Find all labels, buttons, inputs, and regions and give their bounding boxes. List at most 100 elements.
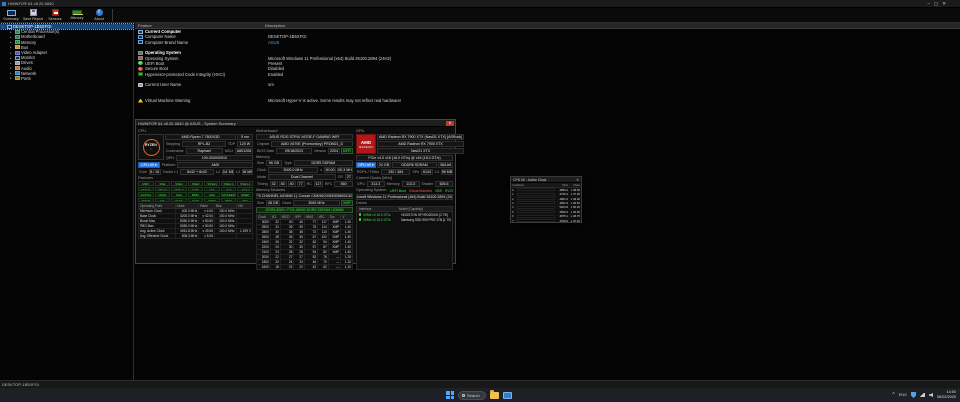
mem-cr-field: 2T xyxy=(345,174,353,180)
status-text: DESKTOP-1B5XFGI xyxy=(2,382,39,387)
gpu-pcie-field: PCIe v4.0 x16 (16.0 GT/s) @ x16 (16.0 GT… xyxy=(356,155,453,161)
tree-children: ▸ Central Processor(s) ▸ Motherboard ▸ M… xyxy=(0,29,133,81)
clock-rows: 0 4850.2 x 48.50 1 4725.4 x 47.25 2 4901… xyxy=(511,188,581,223)
cpu-feature-flag: SSE xyxy=(154,181,171,186)
summary-icon xyxy=(6,9,16,16)
windows-icon xyxy=(138,56,143,61)
minimize-button[interactable]: – xyxy=(927,1,930,6)
maximize-button[interactable]: ▢ xyxy=(934,1,938,6)
list-row[interactable]: Virtual Machine Warning Microsoft Hyper-… xyxy=(135,98,960,103)
cpu-feature-flag: AVX xyxy=(220,186,237,192)
tray-clock[interactable]: 14:50 06/02/2025 xyxy=(937,390,956,399)
gpu-fullname-field: AMD Radeon RX 7900 XTX (Navi31 XTX) [ASR… xyxy=(377,134,465,140)
mem-tcl-field: 32 xyxy=(269,181,278,187)
drive-row[interactable]: NVMe v4 16.0 GT/s KINGSTON SFYRD2000G [2… xyxy=(357,212,452,217)
mb-bios-version-field: 2204 xyxy=(328,148,340,154)
cpu-process-field: 5 nm xyxy=(237,134,253,140)
mem-clock-field: 3000.0 MHz xyxy=(268,167,319,173)
hwinfo-taskbar-icon[interactable] xyxy=(503,391,512,399)
tree-item[interactable]: ▸ Ports xyxy=(0,76,133,81)
about-button[interactable]: i About xyxy=(88,8,110,22)
sensors-button[interactable]: Sensors xyxy=(44,8,66,22)
os-version-field: Microsoft Windows 11 Professional (x64) … xyxy=(356,194,453,200)
radeon-logo-icon: AMD RADEON xyxy=(356,134,376,154)
gpu-selector-dropdown[interactable]: GPU #0 ▾ xyxy=(356,162,376,168)
cpu-feature-flag: AVX2 xyxy=(237,186,253,192)
clock-bar xyxy=(517,197,555,201)
gpu-clock-field: 313.3 xyxy=(366,181,385,187)
cpu-feature-flag: AVX512 xyxy=(138,192,154,197)
row-icon xyxy=(138,77,143,81)
file-explorer-icon[interactable] xyxy=(490,390,499,399)
mem-type-field: DDR5 SDRAM xyxy=(293,160,353,166)
language-indicator[interactable]: ENG xyxy=(899,393,907,397)
vbs-status: VBS xyxy=(435,188,442,193)
computer-icon xyxy=(6,24,12,29)
description-column-header[interactable]: Description xyxy=(265,23,285,28)
cpu-name-field: AMD Ryzen 7 7800X3D xyxy=(165,134,236,140)
cpu-feature-flag: MMX xyxy=(138,181,154,186)
memory-module-dropdown[interactable]: #1 [P0 CHANNEL A/DIMM 1]: Corsair CMK96G… xyxy=(256,193,353,199)
cpu-feature-flag: CPPC xyxy=(204,197,220,203)
cpu-selector-dropdown[interactable]: CPU #0 ▾ xyxy=(138,162,160,168)
cpu-feature-flag: SSE4A xyxy=(138,186,154,192)
motherboard-icon xyxy=(14,34,20,39)
network-icon2[interactable] xyxy=(919,393,925,397)
clock-bar xyxy=(517,219,555,223)
row-icon xyxy=(138,88,143,92)
mb-bios-date-field: 09/18/2023 xyxy=(276,148,312,154)
cpu-feature-flag: FMA3 xyxy=(154,192,171,197)
summary-title: HWiNFO® 64 v8.20-5840 @ ASUS - System Su… xyxy=(138,120,236,126)
clock-window-close-button[interactable]: ✕ xyxy=(576,178,579,182)
cpu-feature-flag: SMT xyxy=(187,186,204,192)
cpu-feature-flag: AMD-V xyxy=(171,186,187,192)
main-titlebar[interactable]: HWiNFO® 64 v8.20-5840 – ▢ ✕ xyxy=(0,0,960,8)
memory-button[interactable]: Memory xyxy=(66,8,88,22)
gpu-bus-width-field: 384-bit xyxy=(438,162,453,168)
cpu-l3-field: 96 MB xyxy=(242,169,253,175)
cpu-column: CPU RYZEN 7 AMD Ryzen 7 7800X3D 5 nm Step… xyxy=(138,129,254,240)
video-icon xyxy=(14,50,20,55)
mb-name-field: ASUS ROG STRIX X670E-F GAMING WIFI xyxy=(256,134,353,140)
cpu-feature-flag: NX xyxy=(154,197,171,203)
drive-row[interactable]: NVMe v4 16.0 GT/s Samsung SSD 990 PRO 1T… xyxy=(357,217,452,222)
memory-icon xyxy=(14,40,20,45)
clock-bar xyxy=(517,214,555,218)
operating-point-row[interactable]: Avg. Effective Clock 506.3 MHz x 5.06 xyxy=(138,233,254,240)
save-report-button[interactable]: Save Report xyxy=(22,8,44,22)
cpu-feature-flag: AES xyxy=(204,186,220,192)
mem-tras-field: 77 xyxy=(296,181,305,187)
cpu-feature-flag: GFNI xyxy=(187,197,204,203)
security-shield-icon[interactable] xyxy=(910,392,916,398)
mb-chipset-field: AMD X670E (Promontory) PROM21_D xyxy=(271,141,353,147)
volume-icon[interactable] xyxy=(928,393,933,397)
row-icon xyxy=(138,46,143,50)
spd-row[interactable]: 1600 18 22 22 42 62 —1.10 xyxy=(256,264,353,270)
red-ball-icon xyxy=(138,66,143,71)
audio-icon xyxy=(14,66,20,71)
cpu-feature-flag: SSE4.1 xyxy=(220,181,237,186)
taskbar-search[interactable]: Search xyxy=(458,390,486,400)
status-bar: DESKTOP-1B5XFGI xyxy=(0,380,960,388)
start-button[interactable] xyxy=(446,391,454,399)
virtual-machine-status: Virtual Machine xyxy=(408,188,433,193)
summary-titlebar[interactable]: HWiNFO® 64 v8.20-5840 @ ASUS - System Su… xyxy=(136,120,455,127)
cpu-feature-flag: RDSEED xyxy=(220,192,237,197)
close-button[interactable]: ✕ xyxy=(942,1,946,6)
monitor-icon xyxy=(138,34,143,39)
mem-size-field: 96 GB xyxy=(266,160,282,166)
windows-taskbar: Search ^ ENG 14:50 06/02/2025 xyxy=(0,388,960,402)
tray-chevron-icon[interactable]: ^ xyxy=(892,392,894,398)
feature-column-header[interactable]: Feature xyxy=(135,23,265,28)
cpu-feature-flag: x86-64 xyxy=(154,186,171,192)
gpu-shaderclock-field: 626.6 xyxy=(435,181,453,187)
drives-icon xyxy=(14,60,20,65)
uefi-boot-status: UEFI Boot xyxy=(390,188,406,193)
mem-ratio-field: 30.00 xyxy=(324,167,336,173)
summary-button[interactable]: Summary xyxy=(0,8,22,22)
summary-close-button[interactable]: ✕ xyxy=(446,120,454,126)
active-clock-window: CPU #0 - Active Clock ✕ Core Clock MHz R… xyxy=(510,176,582,223)
user-icon xyxy=(138,82,143,87)
drives-table: Interface Model [Capacity] NVMe v4 16.0 … xyxy=(356,206,453,270)
cpu-core-field: 8 / 16 xyxy=(148,169,161,175)
